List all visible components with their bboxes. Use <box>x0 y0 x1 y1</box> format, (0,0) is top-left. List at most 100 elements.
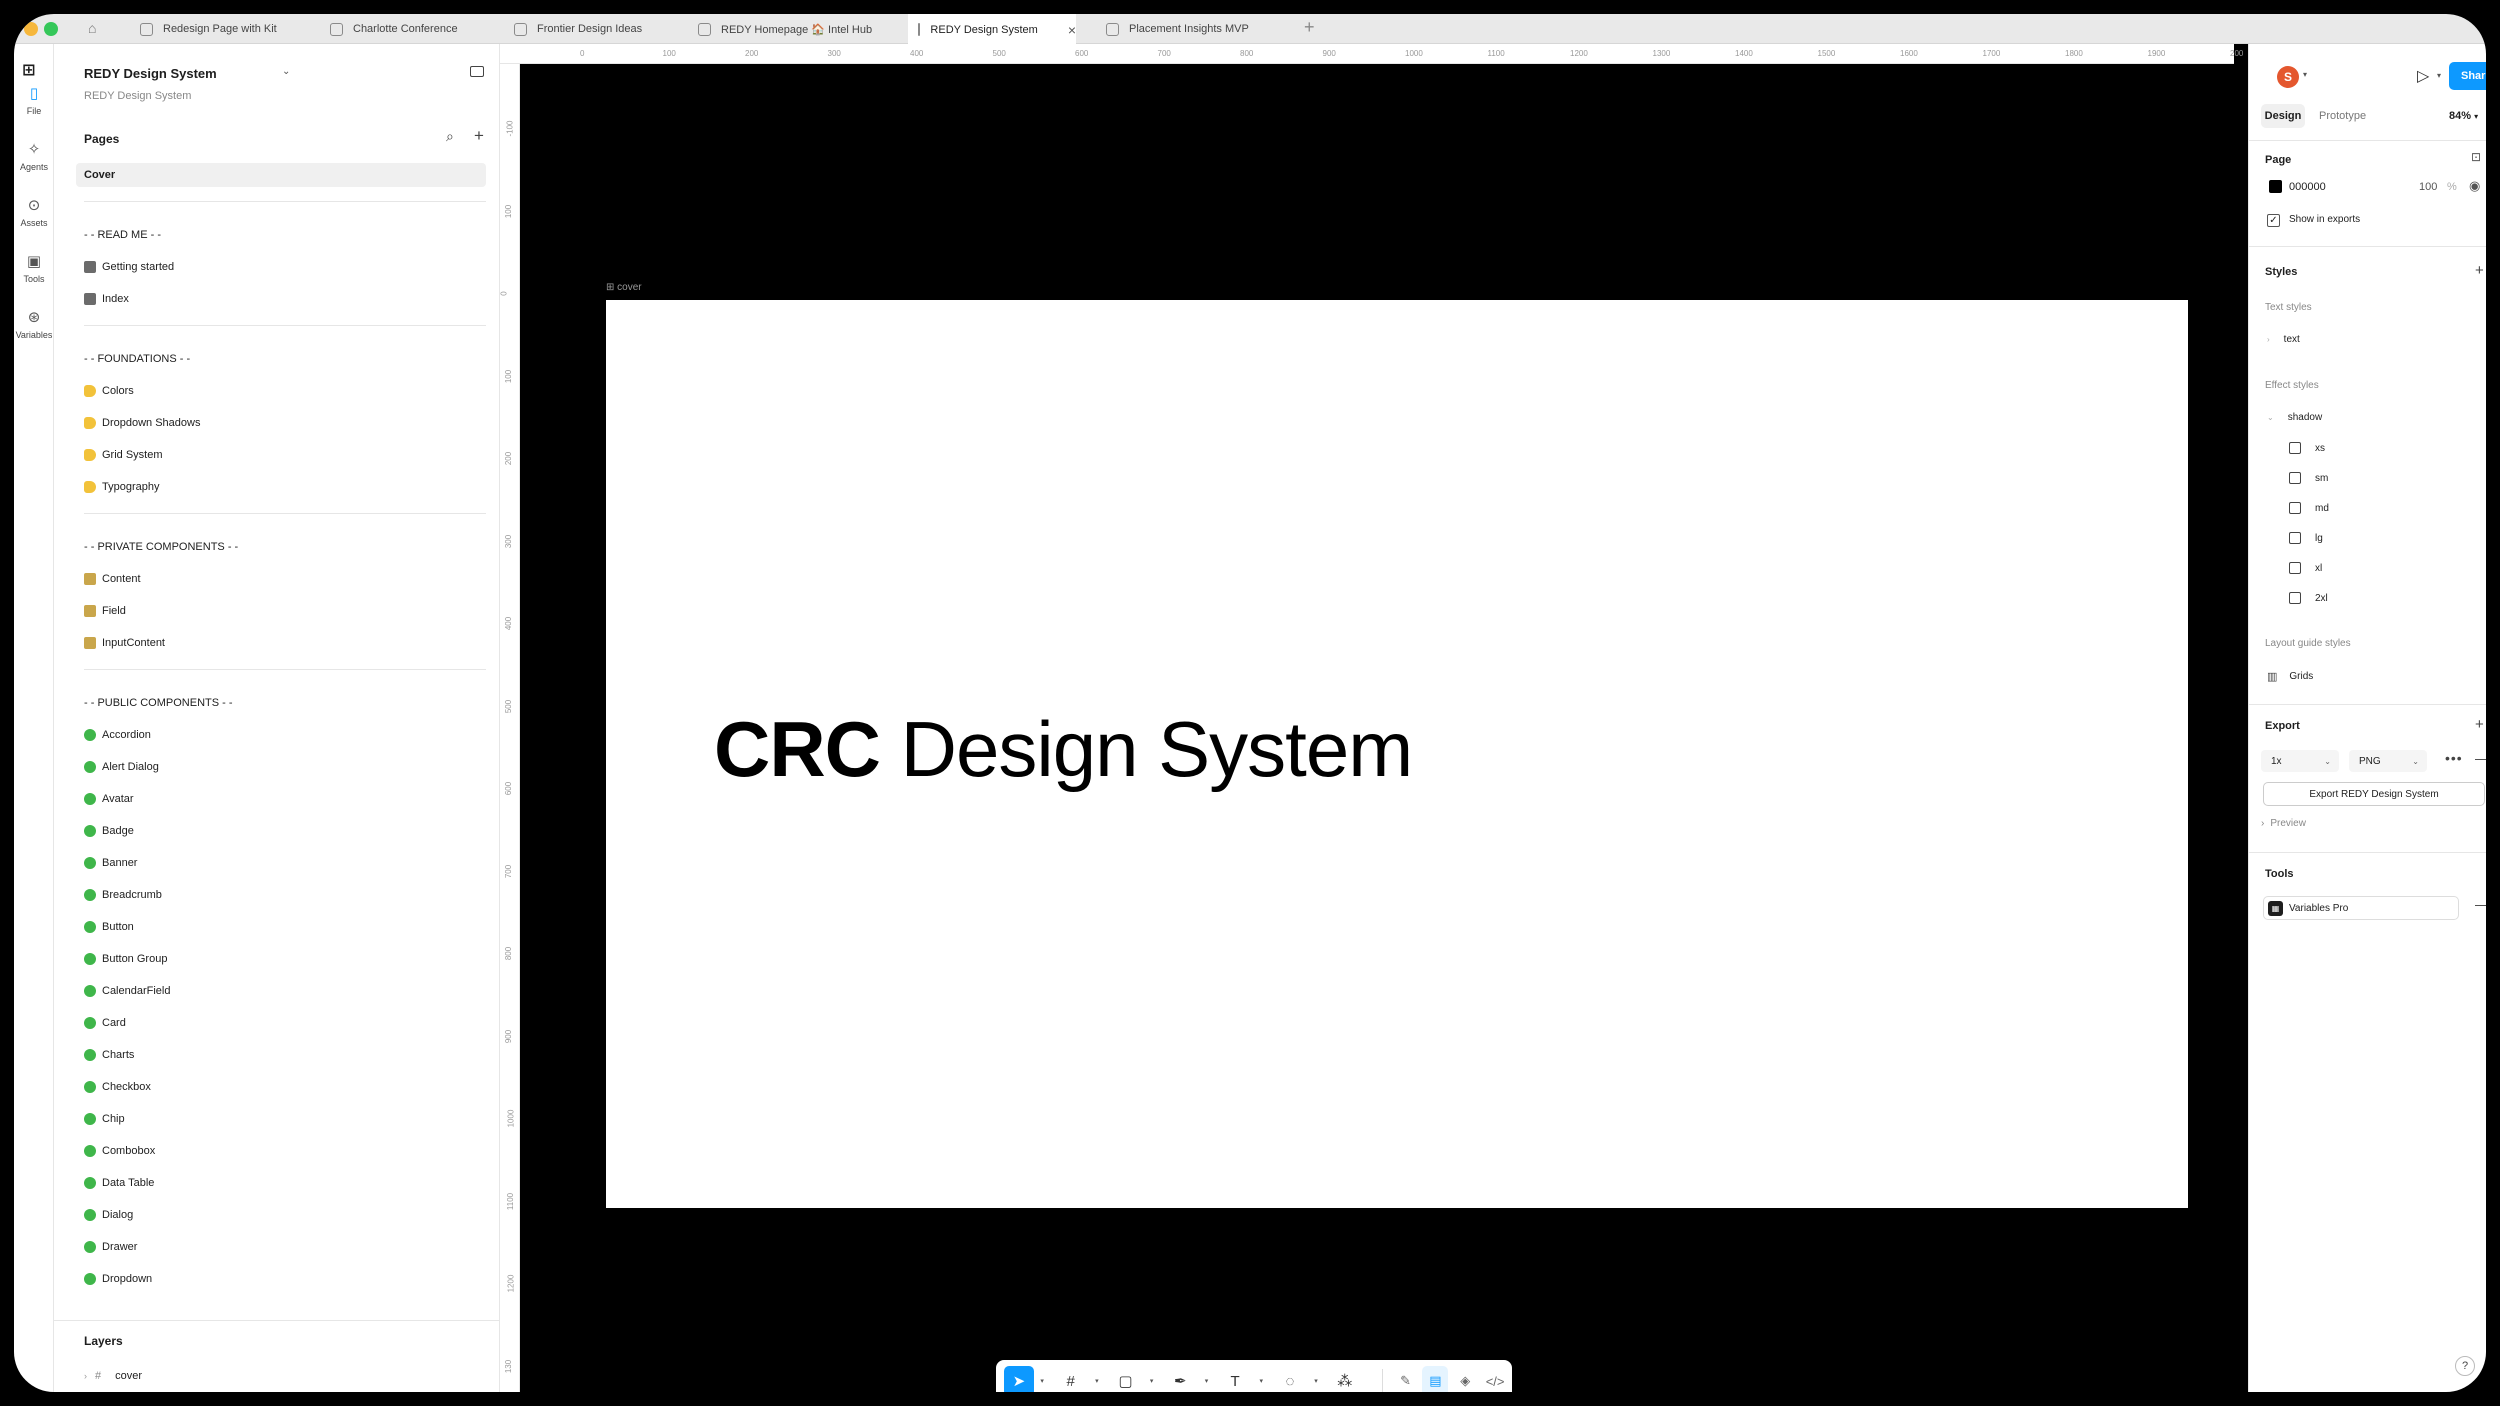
cover-title[interactable]: CRC Design System <box>714 704 1413 795</box>
page-item[interactable]: Checkbox <box>76 1075 486 1099</box>
page-item[interactable]: Getting started <box>76 255 486 279</box>
cover-frame[interactable]: CRC Design System <box>606 300 2188 1208</box>
page-section-divider[interactable]: - - PUBLIC COMPONENTS - - <box>76 691 486 715</box>
tab-2[interactable]: Frontier Design Ideas <box>504 14 674 44</box>
chevron-down-icon[interactable]: ▾ <box>1260 1377 1264 1385</box>
page-item[interactable]: Grid System <box>76 443 486 467</box>
page-item[interactable]: Combobox <box>76 1139 486 1163</box>
page-item[interactable]: Data Table <box>76 1171 486 1195</box>
page-item[interactable]: Card <box>76 1011 486 1035</box>
page-section-divider[interactable]: - - FOUNDATIONS - - <box>76 347 486 371</box>
file-name[interactable]: REDY Design System <box>84 66 217 81</box>
page-item[interactable]: Button Group <box>76 947 486 971</box>
tab-design[interactable]: Design <box>2261 104 2305 128</box>
page-item[interactable]: Breadcrumb <box>76 883 486 907</box>
draw-mode-button[interactable]: ✎ <box>1393 1366 1419 1392</box>
page-color-swatch[interactable] <box>2269 180 2282 193</box>
chevron-right-icon[interactable]: › <box>2267 335 2270 344</box>
new-tab-button[interactable]: + <box>1304 17 1315 38</box>
panel-toggle-icon[interactable] <box>470 66 484 77</box>
add-style-icon[interactable]: + <box>2475 262 2484 279</box>
pen-tool-button[interactable]: ✒ ▾ <box>1162 1366 1208 1392</box>
page-section-divider[interactable]: - - READ ME - - <box>76 223 486 247</box>
page-item[interactable]: Accordion <box>76 723 486 747</box>
shadow-style-md[interactable]: md <box>2289 502 2329 514</box>
move-tool-button[interactable]: ➤ ▾ <box>1004 1366 1044 1392</box>
comment-tool-button[interactable]: ◌ ▾ <box>1272 1366 1317 1392</box>
chevron-down-icon[interactable]: ▾ <box>2437 71 2441 80</box>
page-item[interactable]: Field <box>76 599 486 623</box>
chevron-down-icon[interactable]: ⌄ <box>2267 413 2274 422</box>
page-item[interactable]: Dropdown Shadows <box>76 411 486 435</box>
canvas[interactable]: ⊞ cover CRC Design System ➤ ▾ # ▾ ▢ ▾ ✒ ▾ T ▾… <box>520 64 2234 1392</box>
shadow-style-2xl[interactable]: 2xl <box>2289 592 2328 604</box>
tab-4[interactable]: REDY Design System × <box>908 14 1076 45</box>
rail-file[interactable]: ▯ File <box>14 84 54 116</box>
export-button[interactable]: Export REDY Design System <box>2263 782 2485 806</box>
help-button[interactable]: ? <box>2455 1356 2475 1376</box>
zoom-level[interactable]: 84% ▾ <box>2449 110 2478 122</box>
frame-label[interactable]: ⊞ cover <box>606 282 642 293</box>
chevron-down-icon[interactable]: ▾ <box>1314 1377 1318 1385</box>
tab-3[interactable]: REDY Homepage 🏠 Intel Hub <box>688 14 888 44</box>
shadow-style-lg[interactable]: lg <box>2289 532 2323 544</box>
page-item[interactable]: Dropdown <box>76 1267 486 1291</box>
rail-variables[interactable]: ⊛ Variables <box>14 308 54 340</box>
layer-row[interactable]: › # cover <box>84 1370 142 1382</box>
chevron-down-icon[interactable]: ▾ <box>1095 1377 1099 1385</box>
page-item[interactable]: Cover <box>76 163 486 187</box>
chevron-down-icon[interactable]: ⌄ <box>282 66 290 77</box>
page-panel-icon[interactable]: ⊡ <box>2471 150 2481 164</box>
minimize-dot[interactable] <box>24 22 38 36</box>
effect-style-group[interactable]: ⌄ shadow <box>2267 412 2322 423</box>
design-mode-button[interactable]: ▤ <box>1422 1366 1449 1392</box>
chevron-down-icon[interactable]: ▾ <box>1205 1377 1209 1385</box>
more-options-icon[interactable]: ••• <box>2445 750 2463 766</box>
rectangle-tool-button[interactable]: ▢ ▾ <box>1108 1366 1153 1392</box>
page-item[interactable]: Colors <box>76 379 486 403</box>
shadow-style-xl[interactable]: xl <box>2289 562 2322 574</box>
shadow-style-sm[interactable]: sm <box>2289 472 2328 484</box>
page-item[interactable]: InputContent <box>76 631 486 655</box>
remove-export-icon[interactable]: — <box>2475 750 2486 766</box>
actions-tool-button[interactable]: ⁂ <box>1327 1366 1363 1392</box>
tab-1[interactable]: Charlotte Conference <box>320 14 490 44</box>
text-style-group[interactable]: › text <box>2267 334 2300 345</box>
remove-tool-icon[interactable]: — <box>2475 896 2486 912</box>
tab-5[interactable]: Placement Insights MVP <box>1096 14 1286 44</box>
dev-mode-button[interactable]: </> <box>1482 1366 1508 1392</box>
page-item[interactable]: CalendarField <box>76 979 486 1003</box>
page-item[interactable]: Alert Dialog <box>76 755 486 779</box>
chevron-right-icon[interactable]: › <box>84 1371 87 1381</box>
chevron-down-icon[interactable]: ▾ <box>1150 1377 1154 1385</box>
page-item[interactable]: Typography <box>76 475 486 499</box>
page-item[interactable]: Chip <box>76 1107 486 1131</box>
frame-tool-button[interactable]: # ▾ <box>1053 1366 1099 1392</box>
page-item[interactable]: Drawer <box>76 1235 486 1259</box>
eye-icon[interactable]: ◉ <box>2469 178 2480 194</box>
export-format-select[interactable]: PNG ⌄ <box>2349 750 2427 772</box>
page-item[interactable]: Avatar <box>76 787 486 811</box>
chevron-down-icon[interactable]: ▾ <box>1040 1377 1044 1385</box>
shadow-style-xs[interactable]: xs <box>2289 442 2325 454</box>
show-in-exports-checkbox[interactable]: ✓ <box>2267 214 2280 227</box>
page-item[interactable]: Button <box>76 915 486 939</box>
add-page-icon[interactable]: + <box>474 126 484 146</box>
page-item[interactable]: Content <box>76 567 486 591</box>
page-section-divider[interactable]: - - PRIVATE COMPONENTS - - <box>76 535 486 559</box>
close-icon[interactable]: × <box>1068 22 1076 38</box>
page-color-hex[interactable]: 000000 <box>2289 181 2326 193</box>
share-button[interactable]: Share <box>2449 62 2486 90</box>
rail-assets[interactable]: ⊙ Assets <box>14 196 54 228</box>
grid-style-row[interactable]: ▥ Grids <box>2267 670 2313 683</box>
rail-agents[interactable]: ✧ Agents <box>14 140 54 172</box>
search-icon[interactable]: ⌕ <box>446 128 454 145</box>
tool-row[interactable]: ▦ Variables Pro <box>2263 896 2459 920</box>
preview-toggle[interactable]: › Preview <box>2261 818 2306 829</box>
prototype-mode-button[interactable]: ◈ <box>1452 1366 1478 1392</box>
text-tool-button[interactable]: T ▾ <box>1217 1366 1263 1392</box>
page-item[interactable]: Index <box>76 287 486 311</box>
figma-logo-icon[interactable]: ⊞ <box>22 60 35 80</box>
tab-0[interactable]: Redesign Page with Kit <box>130 14 310 44</box>
page-item[interactable]: Dialog <box>76 1203 486 1227</box>
